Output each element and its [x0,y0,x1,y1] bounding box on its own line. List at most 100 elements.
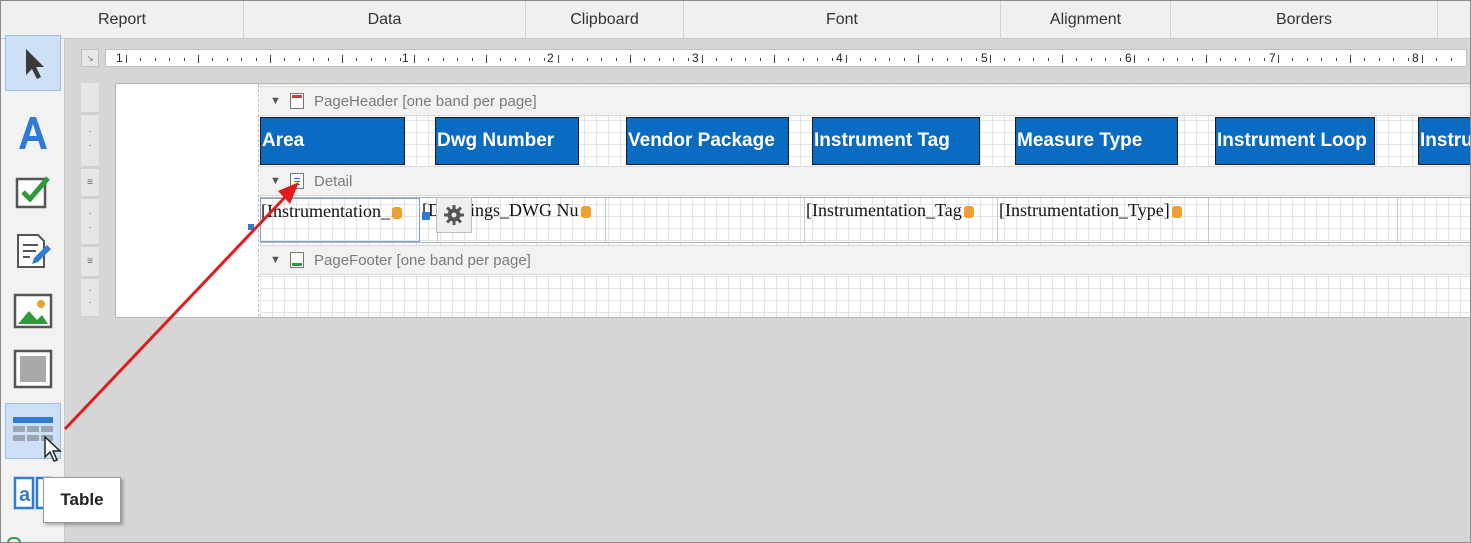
ruler-tick [1220,58,1221,61]
ribbon-group-font[interactable]: Font [684,1,1001,39]
ruler-tick [486,55,487,63]
detail-cell-measure-type[interactable]: [Instrumentation_Type] [999,198,1209,242]
ruler-tick [1177,58,1178,61]
ruler-tick [1163,58,1164,61]
ruler-corner[interactable]: ↘ [81,49,99,67]
ruler-number: 1 [402,51,409,65]
ruler-tick [1120,58,1121,61]
ruler-tick [299,58,300,61]
ruler-tick [616,58,617,61]
collapse-triangle-icon[interactable]: ▼ [270,175,281,187]
database-icon [580,205,591,218]
selection-handle[interactable] [422,212,430,220]
ruler-tick [788,58,789,61]
ruler-tick [1206,55,1207,63]
pointer-tool[interactable] [5,35,61,91]
ruler-tick [126,55,127,63]
panel-icon [13,349,53,389]
database-icon [963,205,974,218]
checkbox-tool[interactable] [5,163,61,219]
ruler-tick [817,58,818,61]
ruler-tick [1408,58,1409,61]
header-cell-instru[interactable]: Instru [1418,117,1470,165]
ruler-tick [904,58,905,61]
panel-tool[interactable] [5,341,61,397]
ruler-tick [702,55,703,63]
ribbon-group-report[interactable]: Report [1,1,244,39]
detail-cell-instrument-loop[interactable] [1210,198,1398,242]
ruler-tick [212,58,213,61]
ribbon-group-alignment[interactable]: Alignment [1001,1,1171,39]
ruler-tick [644,58,645,61]
richtext-tool[interactable] [5,223,61,279]
band-caption-detail[interactable]: ▼ Detail [260,166,1470,196]
header-cell-dwg-number[interactable]: Dwg Number [435,117,579,165]
checkbox-icon [15,176,50,209]
ruler-tick [256,58,257,61]
ruler-tick [313,58,314,61]
picture-tool[interactable] [5,283,61,339]
picture-icon [13,293,53,329]
ruler-tick [544,58,545,61]
ruler-tick [1249,58,1250,61]
header-cell-measure-type[interactable]: Measure Type [1015,117,1178,165]
ruler-tick [1436,58,1437,61]
ruler-tick [1048,58,1049,61]
ruler-tick [1307,58,1308,61]
page-header-band-icon [290,93,304,109]
ruler-tick [227,58,228,61]
ruler-tick [832,58,833,61]
ruler-tick [875,58,876,61]
smart-tag-button[interactable] [436,197,472,233]
detail-cell-dwg-number[interactable]: ings_DWG Nu [470,198,606,242]
ruler-tick [457,58,458,61]
ruler-tick [472,58,473,61]
ruler-tick [1292,58,1293,61]
ribbon-group-data[interactable]: Data [244,1,526,39]
ruler-tick [140,58,141,61]
ruler-tick [587,58,588,61]
ruler-tick [414,55,415,63]
report-page: ▼ PageHeader [one band per page] Area Dw… [115,83,1470,318]
ruler-number: 3 [692,51,699,65]
band-caption-label: PageHeader [one band per page] [314,92,537,110]
ruler-tick [760,58,761,61]
ruler-tick [1451,58,1452,61]
ruler-tick [529,58,530,61]
gear-icon [444,205,464,225]
header-cell-instrument-loop[interactable]: Instrument Loop [1215,117,1375,165]
report-designer-window: Report Data Clipboard Font Alignment Bor… [0,0,1471,543]
ruler-tick [918,55,919,63]
header-cell-vendor-package[interactable]: Vendor Package [626,117,789,165]
selection-handle[interactable] [248,224,254,230]
ruler-number: 6 [1125,51,1132,65]
ruler-tick [1134,55,1135,63]
ruler-tick [1422,55,1423,63]
tooltip-table: Table [43,477,121,523]
collapse-triangle-icon[interactable]: ▼ [270,254,281,266]
ribbon-group-borders[interactable]: Borders [1171,1,1438,39]
detail-cell-area[interactable]: [Instrumentation_ [260,198,420,242]
richtext-icon [17,234,51,268]
band-caption-page-header[interactable]: ▼ PageHeader [one band per page] [260,86,1470,116]
label-tool[interactable] [5,105,61,161]
svg-text:a: a [19,484,31,506]
ruler-number: 4 [836,51,843,65]
ribbon-group-clipboard[interactable]: Clipboard [526,1,684,39]
ruler-tick [558,55,559,63]
band-caption-page-footer[interactable]: ▼ PageFooter [one band per page] [260,245,1470,275]
header-cell-area[interactable]: Area [260,117,405,165]
ruler-tick [1076,58,1077,61]
header-cell-instrument-tag[interactable]: Instrument Tag [812,117,980,165]
ruler-tick [889,58,890,61]
ruler-tick [1336,58,1337,61]
detail-cell-extra[interactable] [1399,198,1470,242]
ruler-tick [1235,58,1236,61]
ruler-tick [155,58,156,61]
ruler-tick [1264,58,1265,61]
detail-cell-vendor-package[interactable] [607,198,805,242]
database-icon [391,206,402,219]
label-icon [19,117,47,149]
collapse-triangle-icon[interactable]: ▼ [270,95,281,107]
detail-cell-instrument-tag[interactable]: [Instrumentation_Tag [806,198,998,242]
